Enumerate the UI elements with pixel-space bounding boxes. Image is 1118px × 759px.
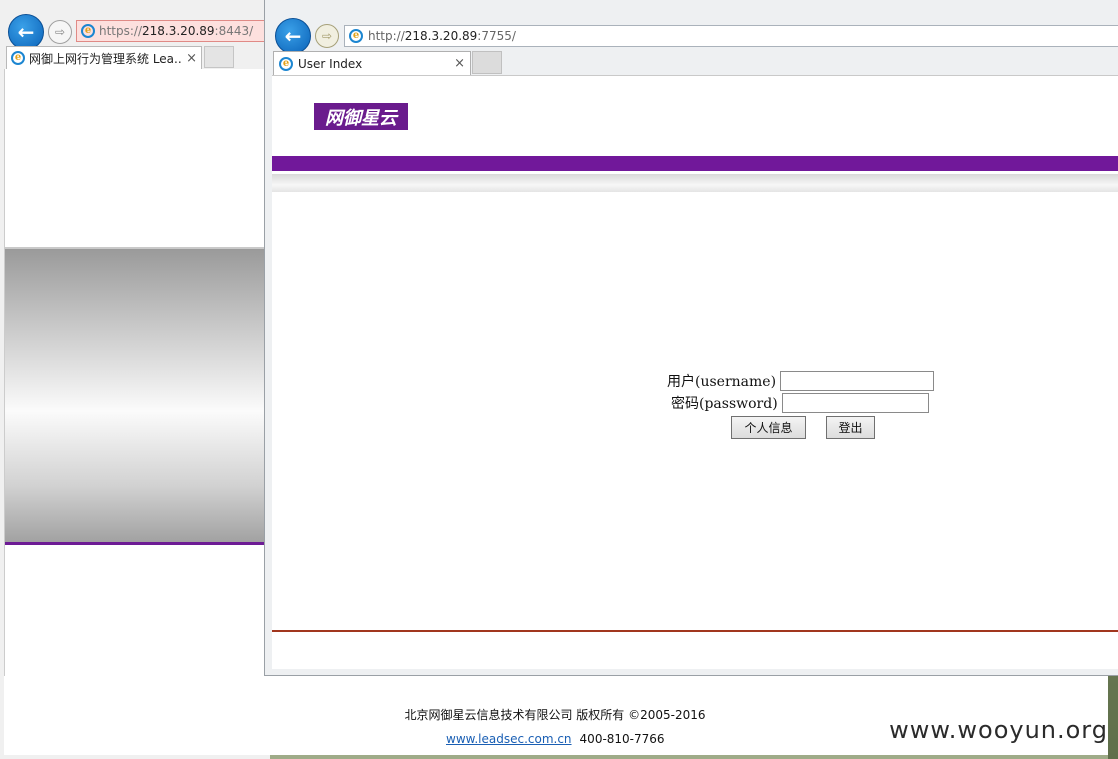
front-browser-window: ← ⇨ e http://218.3.20.89:7755/ e User In…: [264, 0, 1118, 676]
purple-header-bar: [272, 156, 1118, 171]
personal-info-button[interactable]: 个人信息: [731, 416, 806, 439]
page-content: 网御星云 用户(username) 密码(password) 个人信息 登出: [272, 75, 1118, 669]
url: http://218.3.20.89:7755/: [368, 29, 516, 43]
password-row: 密码(password): [671, 392, 934, 414]
username-row: 用户(username): [667, 370, 935, 392]
back-browser-window: ← ⇨ e https://218.3.20.89:8443/ e 网御上网行为…: [0, 0, 271, 759]
back-arrow-icon[interactable]: ←: [275, 18, 311, 54]
purple-divider: [5, 542, 271, 545]
close-icon[interactable]: ×: [454, 56, 465, 71]
back-page-content: [4, 69, 271, 755]
phone-number: 400-810-7766: [579, 732, 665, 746]
brand-logo: 网御星云: [314, 103, 408, 130]
address-bar[interactable]: e https://218.3.20.89:8443/: [76, 20, 270, 42]
password-input[interactable]: [781, 393, 929, 413]
username-input[interactable]: [780, 371, 935, 391]
back-arrow-icon[interactable]: ←: [8, 14, 44, 50]
footer-contact: www.leadsec.com.cn 400-810-7766: [446, 732, 665, 746]
button-row: 个人信息 登出: [667, 416, 934, 439]
ie-icon: e: [11, 51, 25, 65]
login-form: 用户(username) 密码(password) 个人信息 登出: [667, 370, 935, 439]
ie-icon: e: [81, 24, 95, 38]
browser-tab[interactable]: e 网御上网行为管理系统 Lea... ×: [6, 46, 202, 69]
address-bar[interactable]: e http://218.3.20.89:7755/: [344, 25, 1118, 47]
close-icon[interactable]: ×: [186, 51, 197, 66]
header-gradient-band: [5, 247, 271, 544]
tab-title: User Index: [298, 56, 363, 71]
logout-button[interactable]: 登出: [826, 416, 875, 439]
tab-title: 网御上网行为管理系统 Lea...: [29, 51, 183, 66]
username-label: 用户(username): [667, 374, 777, 390]
forward-arrow-icon[interactable]: ⇨: [315, 24, 339, 48]
url: https://218.3.20.89:8443/: [99, 24, 254, 38]
header-gray-band: [272, 174, 1118, 192]
password-label: 密码(password): [671, 396, 778, 412]
ie-icon: e: [279, 56, 293, 71]
new-tab-button[interactable]: [204, 46, 234, 68]
watermark-text: www.wooyun.org: [889, 716, 1108, 744]
browser-tab[interactable]: e User Index ×: [273, 51, 471, 75]
company-website-link[interactable]: www.leadsec.com.cn: [446, 732, 572, 746]
forward-arrow-icon[interactable]: ⇨: [48, 20, 72, 44]
ie-icon: e: [349, 29, 363, 43]
footer-divider: [272, 630, 1118, 632]
new-tab-button[interactable]: [472, 51, 502, 74]
